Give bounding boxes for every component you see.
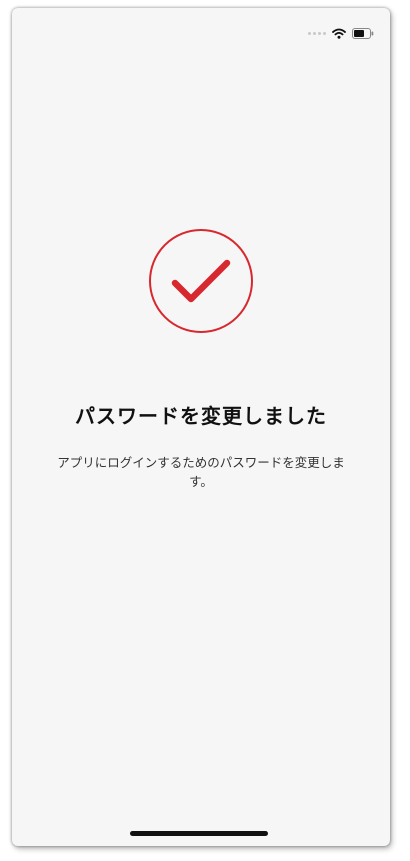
phone-screen: パスワードを変更しました アプリにログインするためのパスワードを変更します。: [12, 8, 390, 846]
wifi-icon: [332, 28, 346, 39]
success-message: アプリにログインするためのパスワードを変更します。: [57, 455, 345, 489]
check-circle-icon: [148, 228, 254, 334]
status-bar: [308, 26, 374, 40]
signal-dots-icon: [308, 31, 326, 35]
home-indicator[interactable]: [130, 831, 268, 836]
battery-icon: [352, 27, 374, 39]
page-title: パスワードを変更しました: [75, 404, 327, 428]
success-content: パスワードを変更しました アプリにログインするためのパスワードを変更します。: [12, 228, 390, 491]
